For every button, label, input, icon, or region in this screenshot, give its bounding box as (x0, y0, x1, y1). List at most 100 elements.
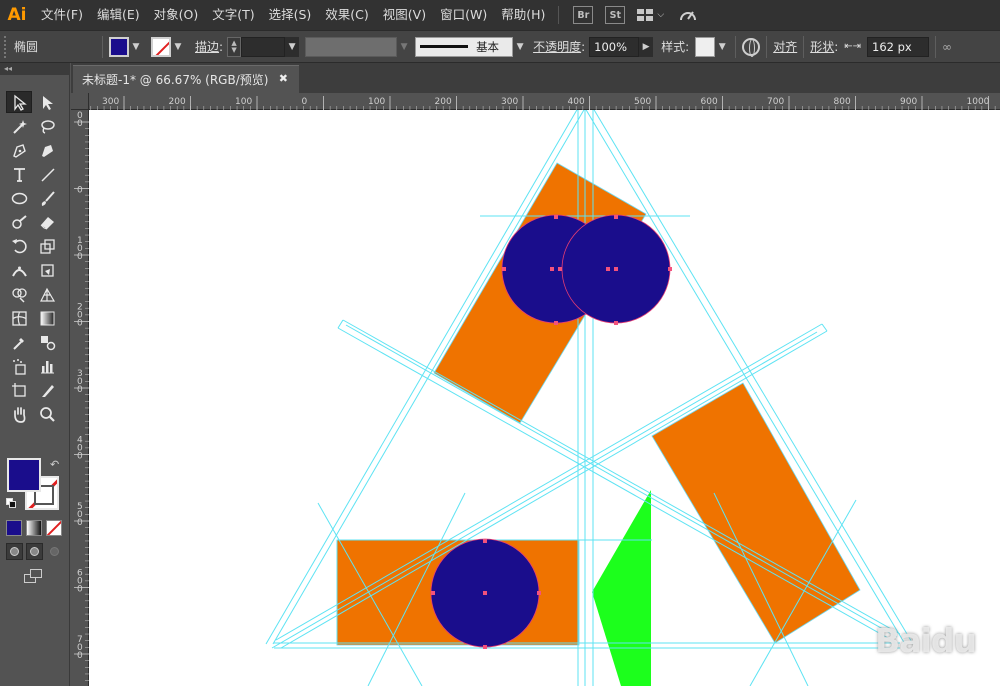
horizontal-ruler[interactable]: 300 200 100 0 100 200 300 400 500 600 700 800 900 100… (89, 93, 1000, 110)
menu-view[interactable]: 视图(V) (376, 0, 433, 30)
opacity-input[interactable]: 100% (589, 36, 640, 57)
slice-tool-icon[interactable] (34, 379, 60, 401)
draw-inside-icon[interactable] (46, 543, 63, 560)
perspective-grid-tool-icon[interactable] (34, 283, 60, 305)
ruler-label: 100 (368, 97, 385, 107)
ruler-label: 0 (77, 585, 83, 595)
recolor-artwork-icon[interactable] (742, 37, 761, 57)
chevron-right-icon[interactable]: ▶ (639, 36, 654, 57)
gradient-mode-button[interactable] (26, 520, 42, 536)
ellipse-tool-icon[interactable] (6, 187, 32, 209)
color-mode-button[interactable] (6, 520, 22, 536)
menu-select[interactable]: 选择(S) (262, 0, 319, 30)
brush-definition-label: 基本 (476, 39, 500, 54)
ruler-label: 200 (169, 97, 186, 107)
menu-effect[interactable]: 效果(C) (318, 0, 375, 30)
colon-label: : (834, 39, 839, 54)
fill-color-box[interactable] (7, 458, 41, 492)
line-segment-tool-icon[interactable] (34, 163, 60, 185)
menu-object[interactable]: 对象(O) (147, 0, 206, 30)
width-arrows-icon: ⇤⇥ (844, 41, 862, 52)
gradient-tool-icon[interactable] (34, 307, 60, 329)
shaper-tool-icon[interactable] (6, 211, 32, 233)
document-tab-title: 未标题-1* @ 66.67% (RGB/预览) (82, 73, 269, 87)
color-mode-row (6, 520, 62, 536)
chevron-down-icon[interactable]: ▼ (513, 37, 527, 57)
colon-label: : (685, 39, 690, 54)
stroke-color-swatch[interactable] (151, 36, 171, 57)
direct-selection-tool-icon[interactable] (34, 91, 60, 113)
stroke-label[interactable]: 描边 (195, 38, 219, 55)
chevron-down-icon[interactable]: ▼ (129, 37, 143, 57)
column-graph-tool-icon[interactable] (34, 355, 60, 377)
default-colors-icon[interactable] (6, 498, 16, 508)
fill-color-swatch[interactable] (109, 36, 129, 57)
bridge-button[interactable]: Br (573, 6, 594, 24)
variable-width-profile[interactable] (305, 36, 398, 57)
graphic-style-swatch[interactable] (695, 36, 716, 57)
arrange-documents-icon (637, 9, 654, 21)
draw-behind-icon[interactable] (26, 543, 43, 560)
brush-definition[interactable]: 基本 (415, 36, 514, 57)
green-triangle[interactable] (592, 490, 651, 686)
shape-label[interactable]: 形状 (810, 38, 834, 55)
eraser-tool-icon[interactable] (34, 211, 60, 233)
lasso-tool-icon[interactable] (34, 115, 60, 137)
tools-panel-collapse[interactable]: ◂◂ (0, 63, 70, 75)
chevron-down-icon[interactable]: ▼ (715, 37, 729, 57)
orange-bar-right[interactable] (651, 382, 861, 644)
divider (735, 35, 737, 58)
artboard-tool-icon[interactable] (6, 379, 32, 401)
free-transform-tool-icon[interactable] (34, 259, 60, 281)
magic-wand-tool-icon[interactable] (6, 115, 32, 137)
document-tab[interactable]: 未标题-1* @ 66.67% (RGB/预览) ✖ (73, 65, 299, 93)
vertical-ruler[interactable]: 1000100200300400500600700 (71, 110, 89, 686)
stock-button[interactable]: St (605, 6, 626, 24)
zoom-tool-icon[interactable] (34, 403, 60, 425)
ruler-label: 800 (834, 97, 851, 107)
hand-tool-icon[interactable] (6, 403, 32, 425)
artboard-canvas[interactable]: Baidu (89, 110, 1000, 686)
panel-grip[interactable] (4, 35, 8, 58)
draw-normal-icon[interactable] (6, 543, 23, 560)
constrain-proportions-icon[interactable]: ∞ (942, 40, 952, 54)
none-mode-button[interactable] (46, 520, 62, 536)
chevron-down-icon[interactable]: ▼ (171, 37, 185, 57)
ruler-label: 200 (435, 97, 452, 107)
type-tool-icon[interactable] (6, 163, 32, 185)
divider (935, 35, 937, 58)
blend-tool-icon[interactable] (34, 331, 60, 353)
menu-file[interactable]: 文件(F) (34, 0, 90, 30)
width-tool-icon[interactable] (6, 259, 32, 281)
shape-builder-tool-icon[interactable] (6, 283, 32, 305)
rotate-tool-icon[interactable] (6, 235, 32, 257)
selection-tool-icon[interactable] (6, 91, 32, 113)
menu-edit[interactable]: 编辑(E) (90, 0, 147, 30)
menu-window[interactable]: 窗口(W) (433, 0, 494, 30)
close-icon[interactable]: ✖ (279, 72, 288, 85)
workspace-switcher[interactable]: ⌵ (637, 9, 664, 21)
stroke-weight-stepper[interactable]: ▲ ▼ (227, 36, 242, 57)
menu-type[interactable]: 文字(T) (205, 0, 261, 30)
pen-tool-icon[interactable] (6, 139, 32, 161)
draw-mode-row (6, 543, 63, 560)
chevron-down-icon[interactable]: ▼ (397, 37, 411, 57)
eyedropper-tool-icon[interactable] (6, 331, 32, 353)
ruler-origin[interactable] (71, 93, 89, 110)
menu-help[interactable]: 帮助(H) (494, 0, 552, 30)
gpu-performance-icon[interactable] (678, 7, 698, 23)
chevron-down-icon[interactable]: ▼ (285, 36, 300, 57)
swap-fill-stroke-icon[interactable]: ↶ (50, 458, 59, 471)
symbol-sprayer-tool-icon[interactable] (6, 355, 32, 377)
align-button[interactable]: 对齐 (773, 38, 797, 55)
screen-mode-icon[interactable] (24, 569, 44, 585)
opacity-label[interactable]: 不透明度 (533, 38, 581, 55)
width-input[interactable]: 162 px (867, 36, 930, 57)
curvature-tool-icon[interactable] (34, 139, 60, 161)
mesh-tool-icon[interactable] (6, 307, 32, 329)
paintbrush-tool-icon[interactable] (34, 187, 60, 209)
ruler-label: 0 (77, 518, 83, 528)
stroke-weight-input[interactable] (241, 36, 286, 57)
selection-type-label: 椭圆 (14, 40, 39, 54)
scale-tool-icon[interactable] (34, 235, 60, 257)
